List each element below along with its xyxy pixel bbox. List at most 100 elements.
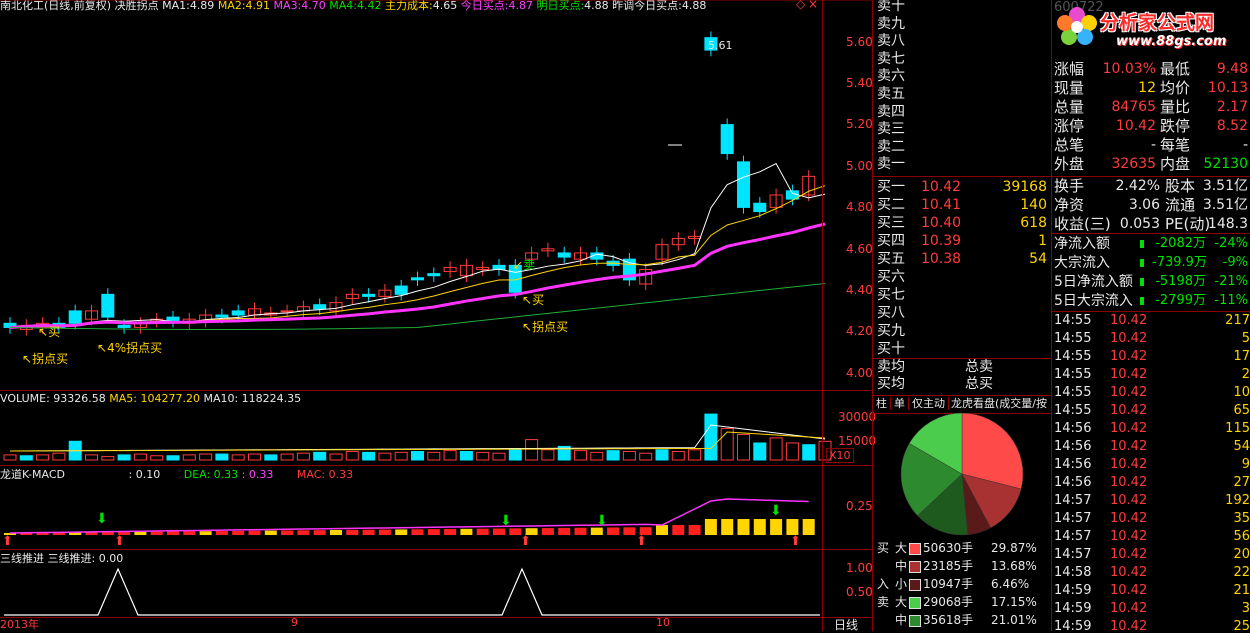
buy-signal-2: ↖买	[522, 293, 545, 307]
volume-panel[interactable]: VOLUME: 93326.58 MA5: 104277.20 MA10: 11…	[0, 390, 876, 465]
flow-bar	[1140, 259, 1144, 267]
candle-body	[737, 161, 750, 208]
price-tick: 5.40	[846, 76, 873, 90]
quote-value: -	[1150, 137, 1156, 153]
turn-signal-1: ↖拐点买	[22, 352, 69, 366]
sell-level-label: 卖三	[877, 121, 905, 138]
up-arrow-icon: ⬆	[114, 534, 125, 549]
price-tick: 5.00	[846, 159, 873, 173]
quote-key: 涨停	[1054, 117, 1085, 135]
tick-volume: 35	[1233, 511, 1250, 526]
macd-bar	[444, 528, 457, 535]
volume-bar	[52, 452, 66, 461]
volume-bar	[296, 452, 310, 461]
tick-price: 10.42	[1110, 385, 1148, 400]
flow-swatch	[909, 579, 921, 591]
tick-price: 10.42	[1110, 547, 1148, 562]
tick-volume: 2	[1241, 367, 1250, 382]
quote-value: 10.03%	[1102, 61, 1156, 77]
quote-key: 涨幅	[1054, 60, 1085, 78]
macd-bar	[721, 519, 734, 535]
quote-panel[interactable]: 600722 分析家公式网 www.88gs.com 涨幅10.03%最低9.4…	[1052, 0, 1250, 312]
up-arrow-icon: ⬆	[520, 534, 531, 549]
tab-active-only[interactable]: 仅主动	[909, 397, 949, 410]
sell-level-label: 卖八	[877, 33, 905, 50]
tri-panel[interactable]: 三线推进 三线推进: 0.00 1.00 0.50	[0, 549, 873, 617]
period-label[interactable]: 日线	[834, 616, 858, 633]
volume-bar	[785, 442, 799, 461]
quote-value: 3.51亿	[1202, 197, 1248, 213]
tick-volume: 10	[1233, 385, 1250, 400]
quote-key: 最低	[1160, 60, 1191, 78]
divider	[873, 176, 1051, 177]
volume-chart	[3, 413, 832, 461]
flow-volume: 50630手	[923, 541, 974, 555]
tri-chart	[4, 567, 820, 616]
volume-unit[interactable]: X10	[826, 448, 854, 463]
volume-bar	[704, 413, 718, 461]
tick-volume: 192	[1225, 493, 1250, 508]
buy-level-price: 10.38	[921, 251, 962, 267]
volume-bar	[541, 449, 555, 461]
tick-volume: 17	[1233, 349, 1250, 364]
volume-bar	[590, 451, 604, 461]
tab-single[interactable]: 单	[891, 397, 909, 410]
order-book[interactable]: 卖十 卖九 卖八 卖七 卖六 卖五 卖四 卖三 卖二 卖一 买一 10.42 39168 买二 10.41…	[873, 0, 1051, 395]
volume-bar	[313, 451, 327, 461]
flow-percent: 29.87%	[991, 541, 1037, 555]
tick-time: 14:55	[1054, 331, 1092, 346]
tick-list[interactable]: 14:5510.42217S14:5510.425S14:5510.4217S1…	[1052, 312, 1250, 631]
macd-bar	[656, 525, 668, 535]
volume-bar	[362, 451, 376, 461]
turn-signal-2: ↖4%拐点买	[97, 341, 163, 355]
macd-bar	[378, 529, 391, 535]
volume-bar	[182, 454, 196, 461]
flow-swatch	[909, 615, 921, 627]
macd-bar	[264, 530, 277, 535]
volume-bar	[525, 439, 539, 461]
macd-panel[interactable]: 龙道K-MACD : 0.10 DEA: 0.33 : 0.33 MAC: 0.…	[0, 465, 873, 549]
macd-bar	[330, 530, 342, 535]
quote-key: 总笔	[1054, 136, 1085, 154]
tab-column[interactable]: 柱	[873, 397, 891, 410]
volume-bar	[133, 453, 147, 461]
buy-signal-2-text: 买	[532, 293, 545, 307]
macd-bar	[183, 531, 196, 535]
macd-bar	[281, 530, 294, 535]
flow-swatch	[909, 597, 921, 609]
kline-panel[interactable]: 南北化工(日线,前复权) 决胜拐点 MA1:4.89 MA2:4.91 MA3:…	[0, 0, 873, 390]
tick-volume: 5	[1241, 331, 1250, 346]
candle-body	[231, 310, 245, 316]
tick-volume: 20	[1233, 547, 1250, 562]
tick-time: 14:57	[1054, 493, 1092, 508]
quote-key: 跌停	[1160, 117, 1191, 135]
tick-time: 14:57	[1054, 547, 1092, 562]
sell-level-label: 卖十	[877, 0, 905, 14]
tick-price: 10.42	[1110, 583, 1148, 598]
tick-price: 10.42	[1110, 421, 1148, 436]
flow-value: -739.9万	[1152, 255, 1207, 270]
sell-signal: ↙卖	[513, 258, 536, 272]
volume-bar	[508, 449, 522, 461]
volume-bar	[737, 434, 750, 461]
macd-bar	[623, 527, 636, 535]
tick-time: 14:56	[1054, 439, 1092, 454]
tab-dragon-tiger[interactable]: 龙虎看盘(成交量/按	[949, 397, 1049, 410]
volume-bar	[769, 437, 783, 461]
tick-time: 14:59	[1054, 601, 1092, 616]
buy-level-label: 买一	[877, 179, 905, 195]
flow-bar	[1140, 278, 1144, 286]
candle-body	[362, 293, 376, 297]
buy-level-label: 买五	[877, 251, 905, 267]
tick-volume: 25	[1233, 619, 1250, 631]
volume-bar	[606, 450, 620, 461]
total-sell-label: 总卖	[965, 359, 993, 375]
volume-bar	[264, 454, 278, 461]
candle-body	[68, 310, 82, 324]
down-arrow-icon: ⬇	[500, 513, 512, 529]
sell-avg-label: 卖均	[877, 359, 905, 375]
volume-bar	[378, 452, 392, 461]
divider	[0, 390, 872, 391]
buy-level-label: 买八	[877, 305, 905, 321]
flow-size: 小	[895, 577, 908, 591]
